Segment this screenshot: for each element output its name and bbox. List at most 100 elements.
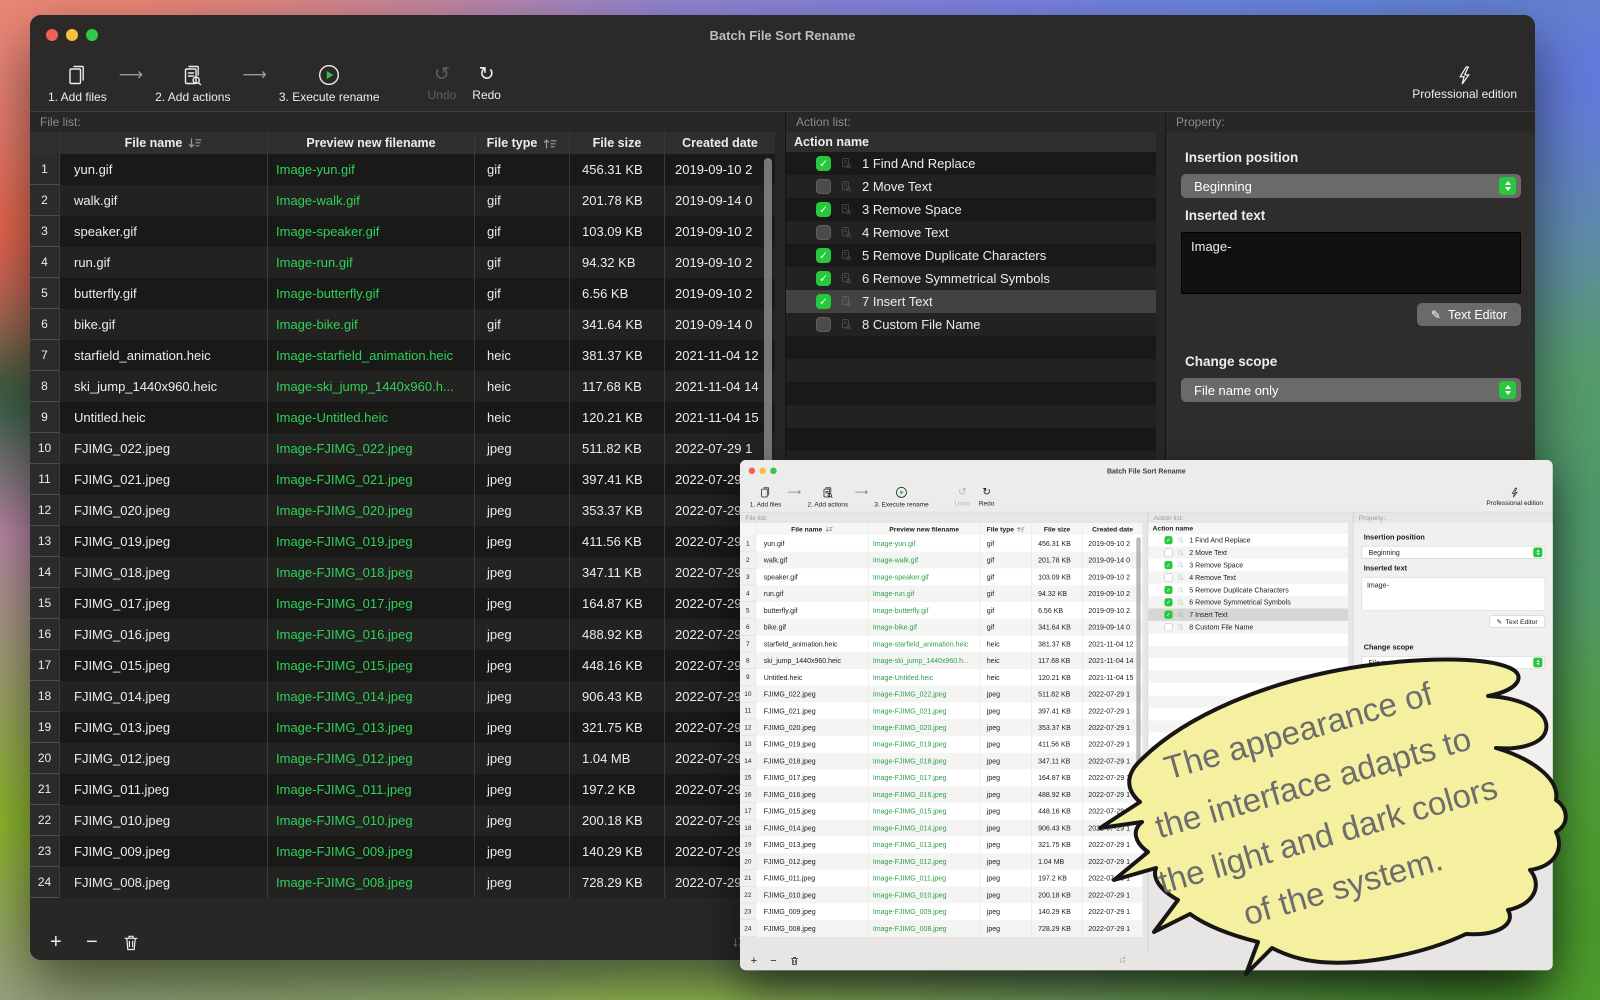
table-row[interactable]: 5 butterfly.gif Image-butterfly.gif gif … [30,278,775,309]
action-row[interactable]: ✓ 3 Remove Space [786,198,1156,221]
undo-button[interactable]: ↺ Undo [428,64,457,102]
action-row[interactable]: ✓ 4 Remove Text [786,221,1156,244]
table-row[interactable]: 4 run.gif Image-run.gif gif 94.32 KB 201… [740,585,1142,602]
close-button[interactable] [46,29,58,41]
action-checkbox[interactable]: ✓ [1164,598,1172,606]
table-row[interactable]: 22 FJIMG_010.jpeg Image-FJIMG_010.jpeg j… [30,805,775,836]
minimize-button[interactable] [66,29,78,41]
redo-button[interactable]: ↻ Redo [979,486,994,507]
action-checkbox[interactable]: ✓ [816,317,831,332]
table-row[interactable]: 16 FJIMG_016.jpeg Image-FJIMG_016.jpeg j… [30,619,775,650]
action-checkbox[interactable]: ✓ [816,294,831,309]
table-row[interactable]: 21 FJIMG_011.jpeg Image-FJIMG_011.jpeg j… [30,774,775,805]
execute-rename-button[interactable]: 3. Execute rename [874,486,928,508]
action-checkbox[interactable]: ✓ [1164,549,1172,557]
inserted-text-input[interactable]: Image- [1181,232,1521,294]
action-checkbox[interactable]: ✓ [816,225,831,240]
table-row[interactable]: 9 Untitled.heic Image-Untitled.heic heic… [30,402,775,433]
table-row[interactable]: 5 butterfly.gif Image-butterfly.gif gif … [740,602,1142,619]
table-row[interactable]: 13 FJIMG_019.jpeg Image-FJIMG_019.jpeg j… [30,526,775,557]
add-files-button[interactable]: 1. Add files [48,63,107,104]
column-header-created-date[interactable]: Created date [1083,523,1142,535]
table-row[interactable]: 10 FJIMG_022.jpeg Image-FJIMG_022.jpeg j… [30,433,775,464]
action-row[interactable]: ✓ 1 Find And Replace [786,152,1156,175]
table-row[interactable]: 11 FJIMG_021.jpeg Image-FJIMG_021.jpeg j… [30,464,775,495]
table-row[interactable]: 1 yun.gif Image-yun.gif gif 456.31 KB 20… [740,535,1142,552]
action-row[interactable]: ✓ 8 Custom File Name [786,313,1156,336]
column-header-file-size[interactable]: File size [1032,523,1083,535]
titlebar[interactable]: Batch File Sort Rename [740,460,1553,482]
table-row[interactable]: 20 FJIMG_012.jpeg Image-FJIMG_012.jpeg j… [30,743,775,774]
table-row[interactable]: 19 FJIMG_013.jpeg Image-FJIMG_013.jpeg j… [30,712,775,743]
column-header-number[interactable] [740,523,756,535]
table-row[interactable]: 8 ski_jump_1440x960.heic Image-ski_jump_… [30,371,775,402]
inserted-text-input[interactable]: Image- [1362,577,1546,610]
column-header-file-size[interactable]: File size [570,132,665,154]
table-row[interactable]: 24 FJIMG_008.jpeg Image-FJIMG_008.jpeg j… [30,867,775,898]
action-checkbox[interactable]: ✓ [1164,561,1172,569]
table-row[interactable]: 3 speaker.gif Image-speaker.gif gif 103.… [740,569,1142,586]
minimize-button[interactable] [759,468,765,474]
column-header-file-type[interactable]: File type [980,523,1031,535]
column-header-file-name[interactable]: File name [756,523,868,535]
action-row[interactable]: ✓ 2 Move Text [786,175,1156,198]
action-checkbox[interactable]: ✓ [816,179,831,194]
table-row[interactable]: 3 speaker.gif Image-speaker.gif gif 103.… [30,216,775,247]
column-header-preview[interactable]: Preview new filename [869,523,981,535]
action-row[interactable]: ✓ 7 Insert Text [1148,609,1348,621]
table-row[interactable]: 2 walk.gif Image-walk.gif gif 201.78 KB … [30,185,775,216]
insertion-position-select[interactable]: Beginning [1181,174,1521,198]
action-checkbox[interactable]: ✓ [816,156,831,171]
action-row[interactable]: ✓ 3 Remove Space [1148,559,1348,571]
add-files-button[interactable]: 1. Add files [750,486,782,508]
action-row[interactable]: ✓ 7 Insert Text [786,290,1156,313]
table-row[interactable]: 12 FJIMG_020.jpeg Image-FJIMG_020.jpeg j… [30,495,775,526]
column-header-number[interactable] [30,132,60,154]
remove-file-button[interactable]: − [770,954,776,967]
zoom-button[interactable] [86,29,98,41]
add-file-button[interactable]: + [751,954,757,967]
add-actions-button[interactable]: 2. Add actions [155,63,230,104]
table-row[interactable]: 18 FJIMG_014.jpeg Image-FJIMG_014.jpeg j… [30,681,775,712]
column-header-created-date[interactable]: Created date [665,132,775,154]
delete-files-button[interactable] [124,933,138,957]
action-row[interactable]: ✓ 6 Remove Symmetrical Symbols [1148,596,1348,608]
action-checkbox[interactable]: ✓ [816,248,831,263]
column-header-file-type[interactable]: File type [475,132,570,154]
table-row[interactable]: 1 yun.gif Image-yun.gif gif 456.31 KB 20… [30,154,775,185]
insertion-position-select[interactable]: Beginning [1362,546,1546,559]
table-row[interactable]: 14 FJIMG_018.jpeg Image-FJIMG_018.jpeg j… [30,557,775,588]
action-checkbox[interactable]: ✓ [816,202,831,217]
add-file-button[interactable]: + [50,930,62,954]
remove-file-button[interactable]: − [86,930,98,954]
table-row[interactable]: 15 FJIMG_017.jpeg Image-FJIMG_017.jpeg j… [30,588,775,619]
redo-button[interactable]: ↻ Redo [472,64,501,102]
delete-files-button[interactable] [791,956,799,969]
close-button[interactable] [749,468,755,474]
column-header-file-name[interactable]: File name [60,132,268,154]
table-row[interactable]: 6 bike.gif Image-bike.gif gif 341.64 KB … [30,309,775,340]
action-checkbox[interactable]: ✓ [1164,536,1172,544]
table-row[interactable]: 17 FJIMG_015.jpeg Image-FJIMG_015.jpeg j… [30,650,775,681]
table-row[interactable]: 4 run.gif Image-run.gif gif 94.32 KB 201… [30,247,775,278]
table-row[interactable]: 7 starfield_animation.heic Image-starfie… [30,340,775,371]
titlebar[interactable]: Batch File Sort Rename [30,15,1535,55]
change-scope-select[interactable]: File name only [1181,378,1521,402]
execute-rename-button[interactable]: 3. Execute rename [279,63,380,104]
action-row[interactable]: ✓ 2 Move Text [1148,546,1348,558]
action-checkbox[interactable]: ✓ [1164,586,1172,594]
action-checkbox[interactable]: ✓ [816,271,831,286]
text-editor-button[interactable]: ✎ Text Editor [1417,303,1521,326]
zoom-button[interactable] [770,468,776,474]
table-row[interactable]: 2 walk.gif Image-walk.gif gif 201.78 KB … [740,552,1142,569]
column-header-preview[interactable]: Preview new filename [268,132,475,154]
action-row[interactable]: ✓ 4 Remove Text [1148,571,1348,583]
action-row[interactable]: ✓ 5 Remove Duplicate Characters [786,244,1156,267]
text-editor-button[interactable]: ✎ Text Editor [1489,616,1545,628]
undo-button[interactable]: ↺ Undo [955,486,970,507]
table-row[interactable]: 23 FJIMG_009.jpeg Image-FJIMG_009.jpeg j… [30,836,775,867]
add-actions-button[interactable]: 2. Add actions [808,486,849,508]
action-checkbox[interactable]: ✓ [1164,611,1172,619]
action-checkbox[interactable]: ✓ [1164,573,1172,581]
action-row[interactable]: ✓ 5 Remove Duplicate Characters [1148,584,1348,596]
